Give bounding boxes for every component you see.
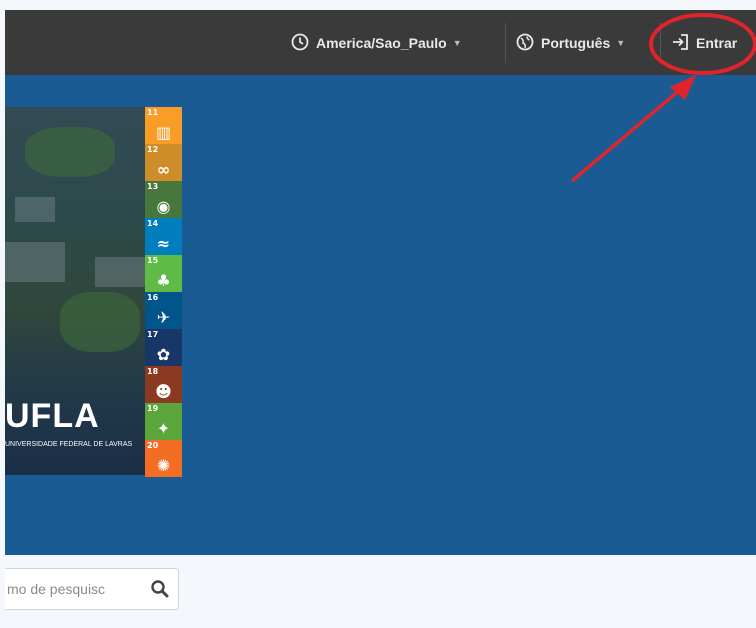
photo-vegetation bbox=[60, 292, 140, 352]
top-navbar: America/Sao_Paulo ▼ Português ▼ Entrar bbox=[5, 10, 756, 75]
culture-icon: ✦ bbox=[156, 419, 171, 438]
sdg-icon-13: 13 ◉ bbox=[145, 181, 182, 218]
infinity-icon: ∞ bbox=[156, 160, 171, 179]
photo-vegetation bbox=[25, 127, 115, 177]
photo-building bbox=[15, 197, 55, 222]
sdg-icon-20: 20 ✺ bbox=[145, 440, 182, 477]
campus-photo: UFLA UNIVERSIDADE FEDERAL DE LAVRAS bbox=[5, 107, 148, 475]
search-input[interactable] bbox=[5, 569, 147, 609]
language-dropdown[interactable]: Português ▼ bbox=[505, 23, 625, 63]
sdg-icon-19: 19 ✦ bbox=[145, 403, 182, 440]
logo-text: UFLA bbox=[5, 397, 100, 435]
chevron-down-icon: ▼ bbox=[616, 38, 626, 48]
people-icon: ☻ bbox=[155, 382, 172, 401]
timezone-label: America/Sao_Paulo bbox=[316, 35, 447, 51]
search-icon[interactable] bbox=[150, 579, 170, 599]
language-label: Português bbox=[541, 35, 611, 51]
eye-globe-icon: ◉ bbox=[156, 197, 171, 216]
clock-icon bbox=[291, 33, 309, 54]
login-button[interactable]: Entrar bbox=[660, 23, 737, 63]
chevron-down-icon: ▼ bbox=[452, 38, 462, 48]
photo-building bbox=[5, 242, 65, 282]
sdg-icon-17: 17 ✿ bbox=[145, 329, 182, 366]
sun-icon: ✺ bbox=[156, 456, 171, 475]
hero-banner: UFLA UNIVERSIDADE FEDERAL DE LAVRAS 11 ▥ … bbox=[5, 75, 756, 555]
sdg-icon-11: 11 ▥ bbox=[145, 107, 182, 144]
city-icon: ▥ bbox=[155, 123, 172, 142]
sdg-icon-15: 15 ♣ bbox=[145, 255, 182, 292]
photo-building bbox=[95, 257, 145, 287]
fish-icon: ≈ bbox=[156, 234, 171, 253]
search-box bbox=[5, 568, 179, 610]
globe-icon bbox=[516, 33, 534, 54]
sdg-icon-14: 14 ≈ bbox=[145, 218, 182, 255]
login-label: Entrar bbox=[696, 35, 738, 51]
sdg-icon-16: 16 ✈ bbox=[145, 292, 182, 329]
sdg-icon-12: 12 ∞ bbox=[145, 144, 182, 181]
university-name: UNIVERSIDADE FEDERAL DE LAVRAS bbox=[5, 441, 133, 448]
dove-icon: ✈ bbox=[156, 308, 171, 327]
tree-icon: ♣ bbox=[156, 271, 171, 290]
partnership-icon: ✿ bbox=[156, 345, 171, 364]
sign-in-icon bbox=[671, 33, 689, 54]
timezone-dropdown[interactable]: America/Sao_Paulo ▼ bbox=[291, 23, 462, 63]
sdg-icon-18: 18 ☻ bbox=[145, 366, 182, 403]
university-logo: UFLA bbox=[5, 397, 100, 436]
